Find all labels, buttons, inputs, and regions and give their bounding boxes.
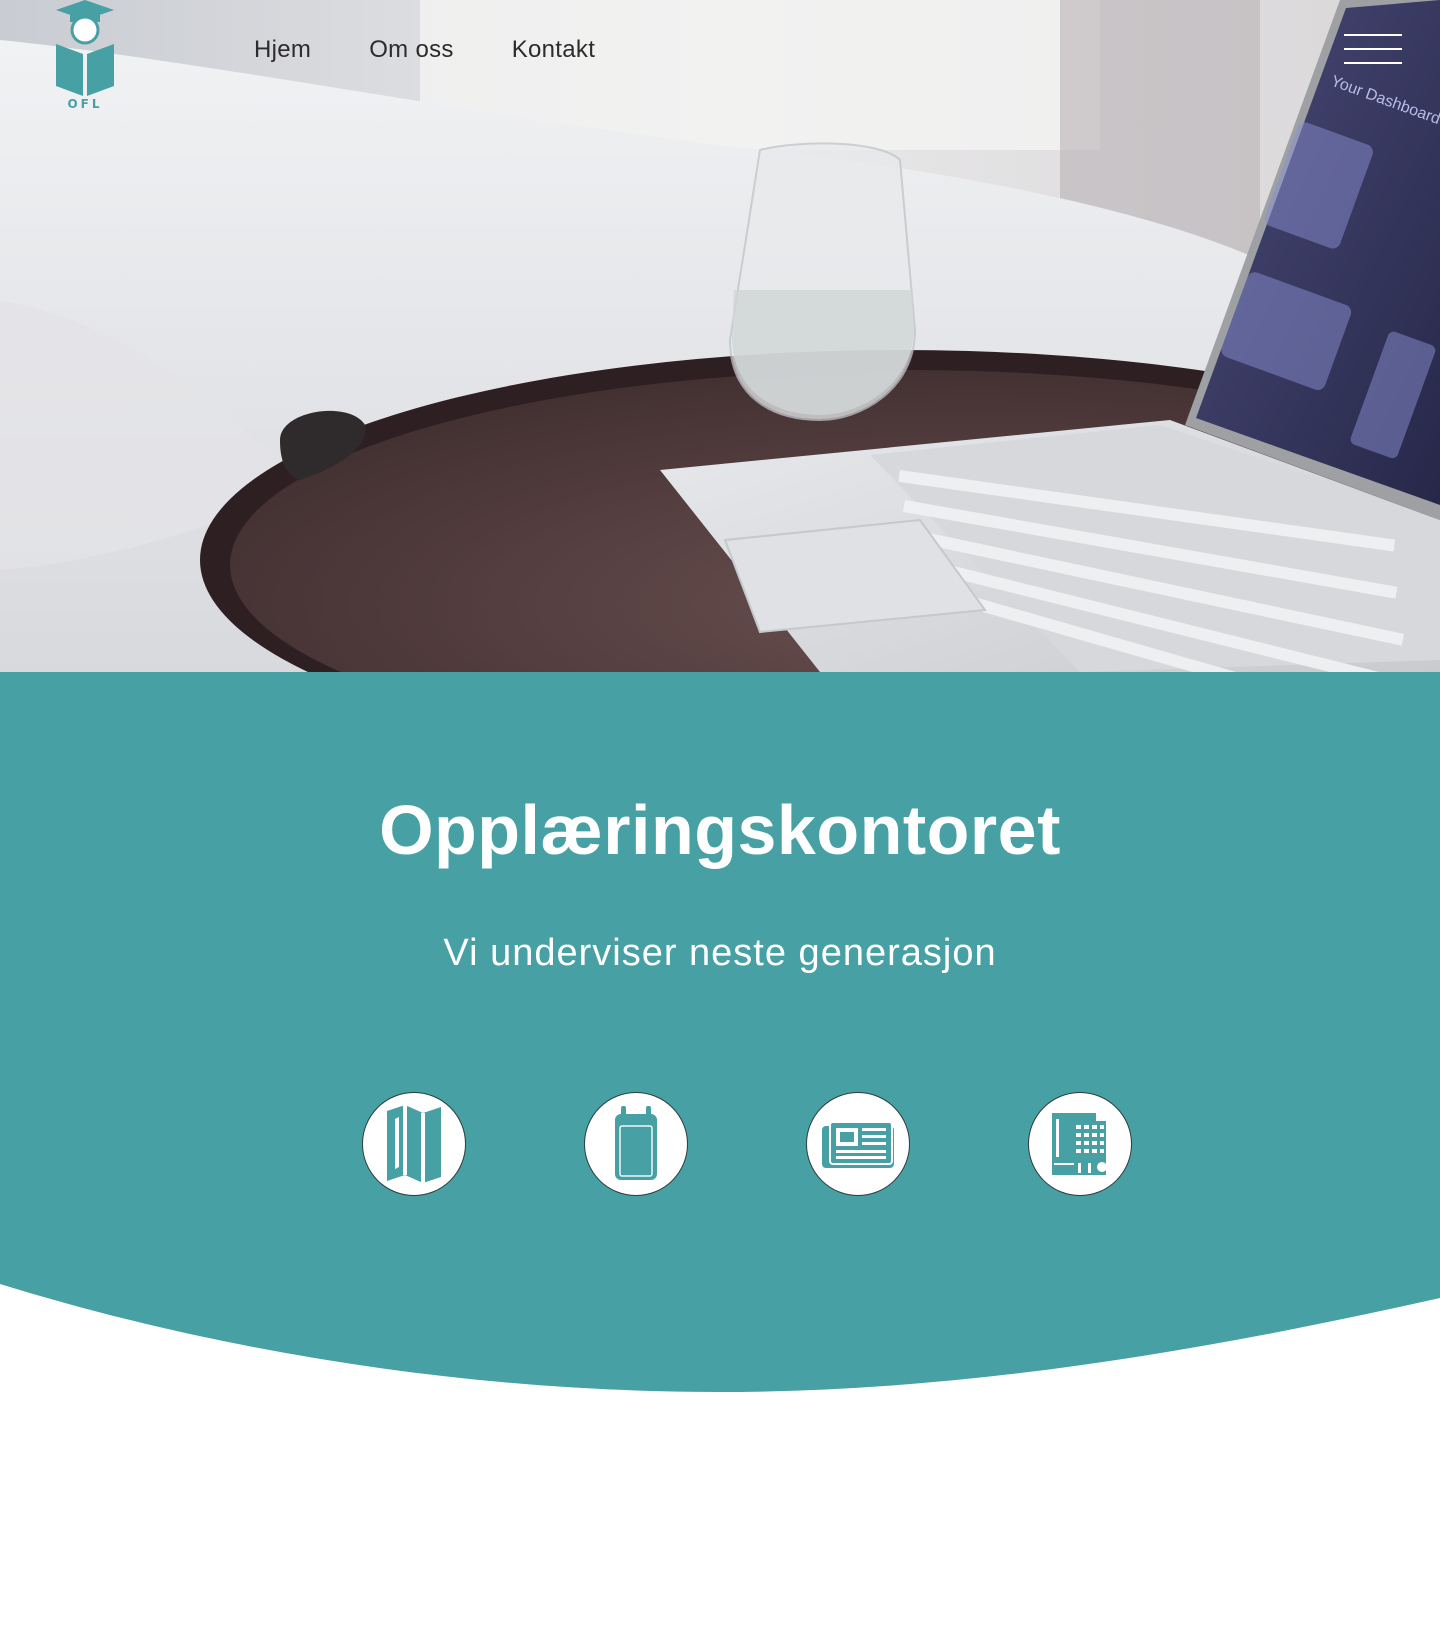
hero-image: Your Dashboard OFL Hjem Om oss Kontakt (0, 0, 1440, 672)
building-icon (1052, 1113, 1107, 1175)
building-button[interactable] (1028, 1092, 1132, 1196)
map-button[interactable] (362, 1092, 466, 1196)
calendar-button[interactable] (584, 1092, 688, 1196)
hamburger-line (1344, 62, 1402, 64)
calendar-icon (615, 1106, 657, 1180)
newspaper-button[interactable] (806, 1092, 910, 1196)
top-nav: OFL Hjem Om oss Kontakt (0, 0, 1440, 110)
newspaper-icon (822, 1121, 894, 1168)
page-title: Opplæringskontoret (379, 791, 1061, 869)
page-subtitle: Vi underviser neste generasjon (443, 932, 997, 974)
ofl-logo[interactable]: OFL (52, 0, 118, 110)
nav-link-hjem[interactable]: Hjem (254, 36, 311, 64)
nav-link-kontakt[interactable]: Kontakt (512, 36, 596, 64)
map-icon (387, 1105, 441, 1183)
logo-text: OFL (67, 97, 102, 110)
hamburger-icon[interactable] (1344, 34, 1402, 66)
intro-section: Opplæringskontoret Vi underviser neste g… (0, 672, 1440, 1392)
nav-link-om-oss[interactable]: Om oss (369, 36, 453, 64)
hamburger-line (1344, 48, 1402, 50)
teal-wave-background (0, 672, 1440, 1392)
main-menu: Hjem Om oss Kontakt (254, 36, 595, 64)
feature-icons (0, 1092, 1440, 1196)
hamburger-line (1344, 34, 1402, 36)
